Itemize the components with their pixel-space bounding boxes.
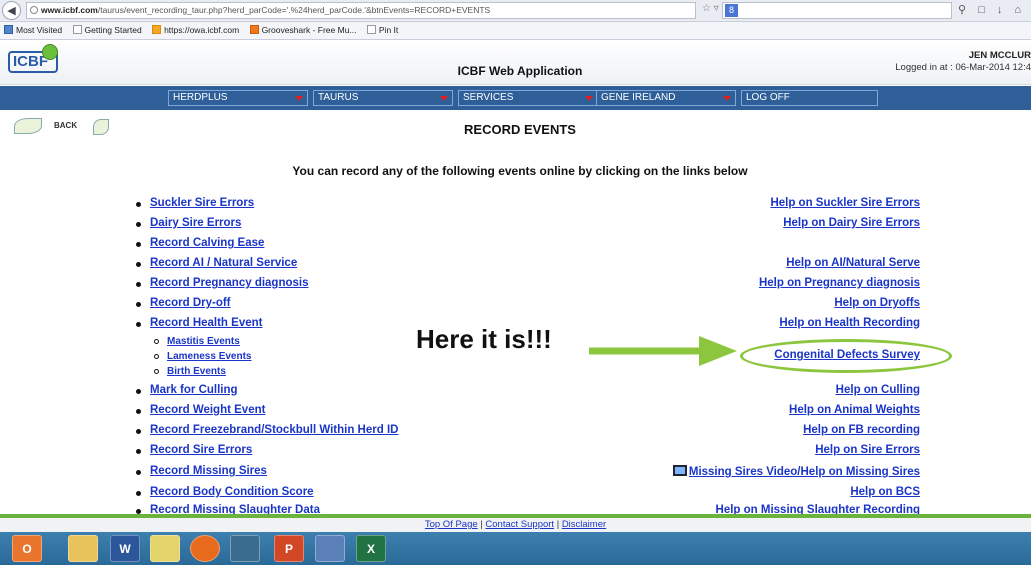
event-link-sire-errors[interactable]: Record Sire Errors	[135, 444, 252, 456]
event-link-pregnancy-diagnosis[interactable]: Record Pregnancy diagnosis	[136, 277, 309, 289]
event-link-dry-off[interactable]: Record Dry-off	[136, 297, 231, 309]
app-title: ICBF Web Application	[457, 64, 583, 78]
search-engine-icon: 8	[725, 4, 738, 17]
bookmark-most-visited[interactable]: Most Visited	[4, 22, 62, 39]
help-link-fb-recording[interactable]: Help on FB recording	[803, 424, 920, 436]
outlook-icon	[152, 25, 162, 34]
file-explorer-icon[interactable]	[68, 535, 98, 562]
icbf-logo: ICBF	[8, 44, 58, 73]
nav-log-off[interactable]: LOG OFF	[741, 90, 878, 106]
event-link-dairy-sire-errors[interactable]: Dairy Sire Errors	[135, 217, 241, 229]
event-link-weight-event[interactable]: Record Weight Event	[135, 404, 265, 416]
dropdown-arrow-icon	[585, 96, 593, 101]
powerpoint-app-icon[interactable]: P	[274, 535, 304, 562]
event-link-missing-sires[interactable]: Record Missing Sires	[136, 465, 267, 477]
footer-separator: |	[556, 519, 560, 530]
address-bar[interactable]: www.icbf.com/taurus/event_recording_taur…	[26, 2, 696, 19]
annotation-text: Here it is!!!	[416, 324, 552, 354]
page-icon	[72, 25, 82, 34]
bookmark-folder-icon	[4, 25, 13, 34]
grooveshark-icon	[249, 25, 259, 34]
url-path: /taurus/event_recording_taur.php?herd_pa…	[97, 5, 491, 15]
sub-event-link-mastitis[interactable]: Mastitis Events	[154, 336, 240, 347]
event-link-suckler-sire-errors[interactable]: Suckler Sire Errors	[135, 197, 254, 209]
video-icon	[672, 465, 687, 476]
sub-event-link-lameness[interactable]: Lameness Events	[154, 351, 252, 362]
browser-back-button[interactable]: ◀	[2, 1, 21, 20]
contact-support-link[interactable]: Contact Support	[485, 519, 554, 530]
annotation-arrow-icon	[589, 336, 737, 366]
event-link-ai-natural-service[interactable]: Record AI / Natural Service	[135, 257, 297, 269]
bookmark-menu-icon[interactable]: □	[978, 4, 985, 16]
search-box[interactable]: 8	[722, 2, 952, 19]
bookmarks-bar: Most Visited Getting Started https://owa…	[0, 22, 1031, 40]
app-icon[interactable]	[150, 535, 180, 562]
highlight-ellipse	[740, 339, 952, 373]
url-domain: www.icbf.com	[41, 5, 98, 15]
help-link-pregnancy-diagnosis[interactable]: Help on Pregnancy diagnosis	[759, 277, 920, 289]
user-name: JEN MCCLUR	[968, 50, 1031, 61]
firefox-icon[interactable]	[190, 535, 220, 562]
page-icon	[366, 25, 376, 34]
bookmark-pin-it[interactable]: Pin It	[366, 22, 398, 39]
help-link-dairy-sire-errors[interactable]: Help on Dairy Sire Errors	[783, 217, 920, 229]
app-window-icon[interactable]	[230, 535, 260, 562]
clover-icon	[42, 44, 58, 60]
home-icon[interactable]: ⌂	[1014, 4, 1021, 16]
help-link-dryoffs[interactable]: Help on Dryoffs	[834, 297, 920, 309]
nav-services[interactable]: SERVICES	[458, 90, 598, 106]
nav-taurus[interactable]: TAURUS	[313, 90, 453, 106]
back-leaf-icon	[14, 118, 42, 134]
forward-leaf-icon[interactable]	[93, 119, 109, 135]
event-link-body-condition-score[interactable]: Record Body Condition Score	[136, 486, 314, 498]
app-header	[0, 40, 1031, 85]
help-link-animal-weights[interactable]: Help on Animal Weights	[789, 404, 920, 416]
browser-right-buttons: ⚲ □ ↓ ⌂	[958, 3, 1021, 16]
dropdown-icon[interactable]: ▿	[714, 3, 719, 14]
star-icon[interactable]: ☆	[702, 3, 711, 14]
help-link-suckler-sire-errors[interactable]: Help on Suckler Sire Errors	[770, 197, 920, 209]
help-link-health-recording[interactable]: Help on Health Recording	[779, 317, 920, 329]
bookmark-owa[interactable]: https://owa.icbf.com	[152, 22, 239, 39]
event-link-freezebrand[interactable]: Record Freezebrand/Stockbull Within Herd…	[135, 424, 398, 436]
nav-herdplus[interactable]: HERDPLUS	[168, 90, 308, 106]
app-icon[interactable]	[315, 535, 345, 562]
help-link-sire-errors[interactable]: Help on Sire Errors	[815, 444, 920, 456]
excel-app-icon[interactable]: X	[356, 535, 386, 562]
outlook-app-icon[interactable]: O	[12, 535, 42, 562]
help-link-culling[interactable]: Help on Culling	[836, 384, 920, 396]
back-arrow-icon: ◀	[7, 5, 16, 17]
back-link[interactable]: BACK	[14, 118, 77, 134]
download-icon[interactable]: ↓	[997, 4, 1003, 16]
globe-icon	[30, 6, 38, 14]
dropdown-arrow-icon	[295, 96, 303, 101]
nav-gene-ireland[interactable]: GENE IRELAND	[596, 90, 736, 106]
event-link-calving-ease[interactable]: Record Calving Ease	[135, 237, 264, 249]
page-title: RECORD EVENTS	[464, 122, 576, 137]
dropdown-arrow-icon	[440, 96, 448, 101]
word-app-icon[interactable]: W	[110, 535, 140, 562]
help-link-bcs[interactable]: Help on BCS	[850, 486, 920, 498]
help-missing-sires-row: Missing Sires Video/Help on Missing Sire…	[672, 465, 920, 478]
disclaimer-link[interactable]: Disclaimer	[562, 519, 606, 530]
intro-text: You can record any of the following even…	[292, 164, 748, 178]
bookmark-getting-started[interactable]: Getting Started	[72, 22, 142, 39]
event-link-health-event[interactable]: Record Health Event	[135, 317, 262, 329]
login-time: Logged in at : 06-Mar-2014 12:4	[895, 62, 1031, 73]
footer-separator: |	[480, 519, 483, 530]
help-link-ai-natural-serve[interactable]: Help on AI/Natural Serve	[786, 257, 920, 269]
event-link-mark-for-culling[interactable]: Mark for Culling	[136, 384, 238, 396]
top-of-page-link[interactable]: Top Of Page	[425, 519, 478, 530]
footer: Top Of Page | Contact Support | Disclaim…	[0, 518, 1031, 532]
help-link-missing-sires-video[interactable]: Missing Sires Video/Help on Missing Sire…	[689, 466, 920, 478]
dropdown-arrow-icon	[723, 96, 731, 101]
sub-event-link-birth[interactable]: Birth Events	[154, 366, 226, 377]
search-icon[interactable]: ⚲	[958, 4, 966, 16]
bookmark-grooveshark[interactable]: Grooveshark - Free Mu...	[249, 22, 357, 39]
